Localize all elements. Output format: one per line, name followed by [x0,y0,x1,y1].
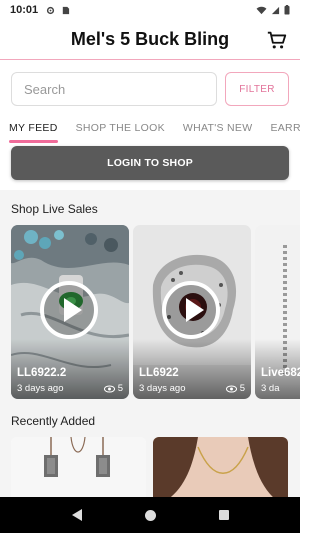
sd-card-icon [62,6,70,14]
cart-icon[interactable] [266,29,288,51]
live-sales-title: Shop Live Sales [11,202,98,216]
status-time: 10:01 [10,4,39,16]
play-icon[interactable] [162,281,220,339]
app-bar: Mel's 5 Buck Bling [0,20,300,60]
product-image [153,437,288,497]
app-title: Mel's 5 Buck Bling [70,29,230,49]
home-icon[interactable] [144,509,156,521]
live-sale-card[interactable]: LL6922 3 days ago 5 [133,225,251,399]
sale-code: Live682 [261,367,300,379]
tab-earrings[interactable]: EARRING [270,122,300,140]
live-sale-card[interactable]: LL6922.2 3 days ago 5 [11,225,129,399]
status-bar: 10:01 [0,0,300,20]
search-input[interactable]: Search [11,72,217,106]
battery-icon [284,5,290,15]
eye-icon [103,384,115,393]
system-nav-bar [0,497,300,533]
view-count: 5 [103,383,123,394]
wifi-icon [256,6,267,14]
recently-added-carousel [11,437,300,497]
filter-button[interactable]: FILTER [225,72,289,106]
recently-added-title: Recently Added [11,414,96,428]
signal-icon [271,6,280,14]
sale-age: 3 da [261,383,280,394]
recent-apps-icon[interactable] [218,510,229,520]
recent-product-card[interactable] [11,437,146,497]
sale-code: LL6922 [139,367,179,379]
login-to-shop-button[interactable]: LOGIN TO SHOP [11,146,289,180]
settings-icon [47,6,55,14]
view-count-value: 5 [239,383,245,394]
view-count-value: 5 [117,383,123,394]
tab-whats-new[interactable]: WHAT'S NEW [183,122,253,140]
sale-age: 3 days ago [17,383,64,394]
category-tabs: MY FEED SHOP THE LOOK WHAT'S NEW EARRING [0,116,300,146]
play-icon[interactable] [40,281,98,339]
status-right [256,5,290,15]
back-icon[interactable] [71,509,82,521]
eye-icon [225,384,237,393]
recent-product-card[interactable] [153,437,288,497]
live-sale-card[interactable]: Live682 3 da [255,225,300,399]
sale-code: LL6922.2 [17,367,67,379]
view-count: 5 [225,383,245,394]
product-image [11,437,146,497]
tab-shop-the-look[interactable]: SHOP THE LOOK [76,122,165,140]
search-row: Search FILTER [11,72,289,106]
live-sales-carousel: LL6922.2 3 days ago 5 LL6922 3 days ago … [11,225,300,399]
sale-age: 3 days ago [139,383,186,394]
tab-my-feed[interactable]: MY FEED [9,122,58,143]
